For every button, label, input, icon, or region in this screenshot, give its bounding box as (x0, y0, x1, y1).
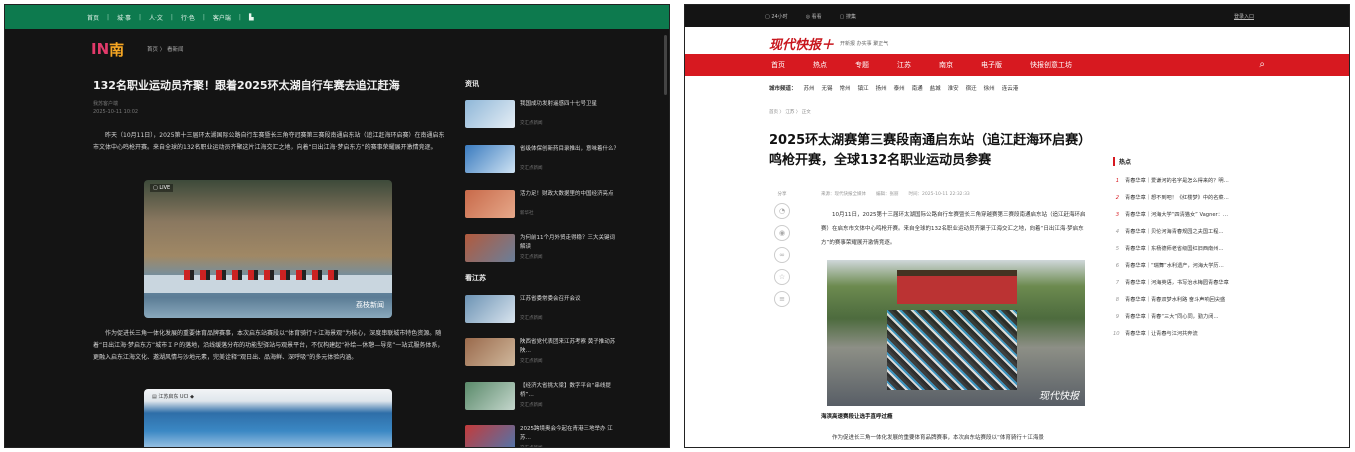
nav-travel[interactable]: 行·色 (181, 13, 195, 22)
hot-list-item[interactable]: 9 青春华章｜青春“三大”同心同，勤力闭… (1113, 308, 1273, 325)
city-link[interactable]: 淮安 (948, 84, 959, 92)
nav-home[interactable]: 首页 (771, 60, 785, 70)
hot-list-item[interactable]: 4 青春华章｜贝伦河海青春规园之夫国工程… (1113, 223, 1273, 240)
article-paragraph: 作为促进长三角一体化发展的重要体育品牌赛事，本次启东站赛段以“体育骑行＋江海景 (832, 435, 1044, 441)
hot-list-item[interactable]: 7 青春华章｜河海英语，书写治水梅园青春华章 (1113, 274, 1273, 291)
city-link[interactable]: 常州 (840, 84, 851, 92)
article-date: 2025-10-11 10:02 (93, 109, 139, 115)
article-photo-building: ▤ 江苏启东 UCI ◆ (144, 389, 392, 447)
city-link[interactable]: 宿迁 (966, 84, 977, 92)
article-meta: 来源：现代快报全媒体 编辑：张丽 时间：2025-10-11 22:32:33 (821, 192, 970, 197)
wechat-icon[interactable]: ◔ (774, 203, 790, 219)
photo-logos: ▤ 江苏启东 UCI ◆ (152, 394, 194, 400)
site-logo[interactable]: IN 南 (91, 38, 131, 60)
section-heading-jiangsu: 看江苏 (465, 274, 486, 282)
news-thumbnail (465, 295, 515, 323)
breadcrumb: 首页 〉 江苏 〉 正文 (769, 110, 811, 115)
photo-watermark: 荔枝新闻 (356, 301, 384, 309)
sidebar-news-item[interactable]: 省级体保创新药目录推出，意味着什么？ 交汇点新闻 (465, 145, 625, 175)
city-link[interactable]: 扬州 (876, 84, 887, 92)
hot-list-item[interactable]: 2 青春华章｜想不到吧！《红楼梦》中的名菜… (1113, 189, 1273, 206)
city-link[interactable]: 泰州 (894, 84, 905, 92)
link-24h[interactable]: ▢ 24小时 (765, 13, 788, 20)
site-tagline: 开新报 办实事 聚正气 (840, 41, 889, 47)
nav-culture[interactable]: 人·文 (149, 13, 163, 22)
hot-list-item[interactable]: 1 青春华章｜爱谦河的名字是怎么得来的？明… (1113, 172, 1273, 189)
site-logo[interactable]: 现代快报＋ (769, 34, 834, 53)
article-title: 132名职业运动员齐聚！跟着2025环太湖自行车赛去追江赶海 (93, 79, 400, 92)
scrollbar[interactable] (664, 35, 667, 95)
news-thumbnail (465, 425, 515, 447)
article-source: 我苏客户端 (93, 101, 119, 107)
nav-city[interactable]: 城·事 (117, 13, 131, 22)
city-link[interactable]: 苏州 (804, 84, 815, 92)
news-thumbnail (465, 100, 515, 128)
nav-workshop[interactable]: 快报创意工坊 (1030, 60, 1072, 70)
news-thumbnail (465, 145, 515, 173)
article-paragraph: 昨天（10月11日），2025第十三届环太湖国际公路自行车赛暨长三角夺冠赛第三赛… (93, 132, 445, 151)
photo-watermark: 现代快报 (1039, 391, 1079, 402)
nav-home[interactable]: 首页 (87, 13, 99, 22)
nav-client[interactable]: 客户端 (213, 13, 231, 22)
city-channels: 城市频道： 苏州 无锡 常州 镇江 扬州 泰州 南通 盐城 淮安 宿迁 徐州 连… (769, 84, 1019, 92)
photo-badge: ▢ LIVE (150, 184, 174, 192)
sidebar-news-item[interactable]: 【经济大省挑大梁】数字平台“串线提桥”… 交汇点新闻 (465, 382, 625, 412)
nav-topics[interactable]: 专题 (855, 60, 869, 70)
hot-list-item[interactable]: 8 青春华章｜青春双梦水利路 奋斗声响回尖盛 (1113, 291, 1273, 308)
sidebar-news-item[interactable]: 我国成功发射遥感四十七号卫星 交汇点新闻 (465, 100, 625, 130)
right-article-page: ▢ 24小时 ◎ 看看 ▢ 搜集 登录入口 现代快报＋ 开新报 办实事 聚正气 … (684, 4, 1350, 448)
main-nav: 首页 热点 专题 江苏 南京 电子版 快报创意工坊 ⌕ (685, 54, 1349, 76)
sidebar-news-item[interactable]: 活力足！财政大数据里的中国经济亮点 新华社 (465, 190, 625, 220)
top-utility-bar: ▢ 24小时 ◎ 看看 ▢ 搜集 登录入口 (685, 5, 1349, 27)
share-bar: 分享 ◔ ◉ ∞ ☆ ≡ (771, 191, 793, 307)
top-nav: 首页 | 城·事 | 人·文 | 行·色 | 客户端 | ▙ (5, 5, 669, 29)
sidebar-news-item[interactable]: 2025跨境奥会今起在青港三地举办 江苏… 交汇点新闻 (465, 425, 625, 447)
article-paragraph: 10月11日，2025第十三届环太湖国际公路自行车赛暨长三角穿越赛第三赛段南通启… (821, 212, 1086, 246)
article-paragraph: 作为促进长三角一体化发展的重要体育品牌赛事，本次启东站赛段以“体育骑行＋江海景观… (93, 330, 444, 361)
city-link[interactable]: 镇江 (858, 84, 869, 92)
hot-list-item[interactable]: 3 青春华章｜河海大学“四清猫女” Vagner：… (1113, 206, 1273, 223)
city-link[interactable]: 无锡 (822, 84, 833, 92)
article-photo-race: ▢ LIVE 荔枝新闻 (144, 180, 392, 318)
link-collect[interactable]: ▢ 搜集 (840, 13, 856, 20)
article-photo-start-gate: 现代快报 (827, 260, 1085, 406)
nav-nanjing[interactable]: 南京 (939, 60, 953, 70)
section-heading-news: 资讯 (465, 80, 479, 88)
list-icon[interactable]: ≡ (774, 291, 790, 307)
city-link[interactable]: 连云港 (1002, 84, 1019, 92)
news-thumbnail (465, 234, 515, 262)
weibo-icon[interactable]: ◉ (774, 225, 790, 241)
sidebar-news-item[interactable]: 江苏省委常委会召开会议 交汇点新闻 (465, 295, 625, 325)
hot-heading: 热点 (1113, 157, 1131, 166)
login-link[interactable]: 登录入口 (1234, 13, 1254, 20)
search-icon[interactable]: ⌕ (1259, 59, 1265, 70)
star-icon[interactable]: ☆ (774, 269, 790, 285)
sidebar-news-item[interactable]: 为何前11个月外贸走得稳？三大关键词解读 交汇点新闻 (465, 234, 625, 264)
nav-jiangsu[interactable]: 江苏 (897, 60, 911, 70)
sidebar-news-item[interactable]: 陕西省党代表团来江苏考察 黄子推动苏陕… 交汇点新闻 (465, 338, 625, 368)
breadcrumb: 首页 〉 看新闻 (147, 47, 184, 53)
photo-caption: 海滨高速赛段让选手直呼过瘾 (821, 414, 893, 420)
hot-list-item[interactable]: 6 青春华章｜“瑞舞”水利遗产，河海大学历… (1113, 257, 1273, 274)
news-thumbnail (465, 338, 515, 366)
city-link[interactable]: 盐城 (930, 84, 941, 92)
city-link[interactable]: 南通 (912, 84, 923, 92)
city-link[interactable]: 徐州 (984, 84, 995, 92)
news-thumbnail (465, 190, 515, 218)
hot-list: 1 青春华章｜爱谦河的名字是怎么得来的？明… 2 青春华章｜想不到吧！《红楼梦》中的… (1113, 172, 1273, 342)
bookmark-icon[interactable]: ▙ (249, 14, 254, 21)
nav-epaper[interactable]: 电子版 (981, 60, 1002, 70)
link-icon[interactable]: ∞ (774, 247, 790, 263)
hot-list-item[interactable]: 5 青春华章｜东杨德师老省级国红旧西南州… (1113, 240, 1273, 257)
nav-hot[interactable]: 热点 (813, 60, 827, 70)
hot-list-item[interactable]: 10 青春华章｜让青春与江河共奔流 (1113, 325, 1273, 342)
news-thumbnail (465, 382, 515, 410)
left-article-page: 首页 | 城·事 | 人·文 | 行·色 | 客户端 | ▙ IN 南 首页 〉 看新闻 1… (4, 4, 670, 448)
link-watch[interactable]: ◎ 看看 (806, 13, 822, 20)
article-title: 2025环太湖赛第三赛段南通启东站（追江赶海环启赛）鸣枪开赛，全球132名职业运… (769, 133, 1092, 168)
